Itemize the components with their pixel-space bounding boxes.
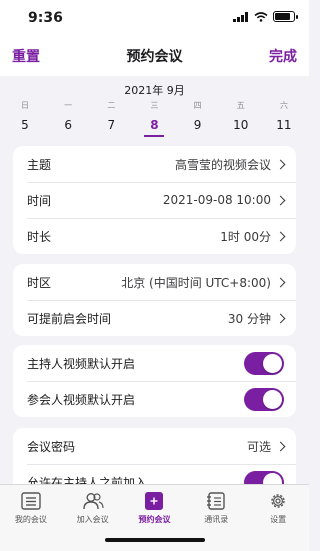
video-settings-card: 主持人视频默认开启 参会人视频默认开启 — [13, 345, 296, 417]
calendar-month-label: 2021年 9月 — [124, 84, 185, 97]
wifi-icon — [254, 11, 268, 22]
weekday-label: 日 — [21, 101, 29, 110]
topic-row[interactable]: 主题 高雪莹的视频会议 — [13, 146, 296, 182]
nav-bar: 重置 预约会议 完成 — [0, 36, 309, 76]
chevron-right-icon — [275, 231, 286, 241]
host-video-row: 主持人视频默认开启 — [13, 345, 296, 381]
participant-video-label: 参会人视频默认开启 — [27, 392, 136, 407]
meeting-basics-card: 主题 高雪莹的视频会议 时间 2021-09-08 10:00 时长 1时 00… — [13, 146, 296, 254]
page-title: 预约会议 — [126, 49, 183, 65]
topic-value: 高雪莹的视频会议 — [174, 157, 271, 172]
weekday-label: 二 — [107, 101, 116, 110]
chevron-right-icon — [275, 159, 286, 169]
people-icon — [82, 493, 104, 510]
duration-label: 时长 — [27, 229, 52, 244]
tab-schedule-meeting[interactable]: 预约会议 — [125, 491, 183, 525]
weekday-label: 三 — [150, 101, 159, 110]
early-join-label: 可提前启会时间 — [27, 311, 112, 326]
participant-video-row: 参会人视频默认开启 — [13, 381, 296, 417]
calendar-day[interactable]: 8 — [142, 118, 166, 137]
time-value: 2021-09-08 10:00 — [162, 193, 271, 207]
plus-icon — [145, 492, 164, 510]
topic-label: 主题 — [27, 157, 52, 172]
time-label: 时间 — [27, 193, 52, 208]
calendar-days: 5 6 7 8 9 10 11 — [13, 118, 296, 137]
calendar-day[interactable]: 10 — [229, 118, 253, 132]
timezone-label: 时区 — [27, 275, 52, 290]
tab-label: 我的会议 — [14, 515, 47, 524]
weekday-label: 一 — [64, 101, 73, 110]
calendar-weekdays: 日 一 二 三 四 五 六 — [13, 100, 296, 111]
gear-icon — [271, 494, 285, 508]
password-value: 可选 — [246, 439, 271, 454]
timezone-card: 时区 北京 (中国时间 UTC+8:00) 可提前启会时间 30 分钟 — [13, 264, 296, 336]
chevron-right-icon — [275, 195, 286, 205]
weekday-label: 五 — [236, 101, 245, 110]
early-join-row[interactable]: 可提前启会时间 30 分钟 — [13, 300, 296, 336]
tab-join-meeting[interactable]: 加入会议 — [64, 491, 122, 525]
tab-contacts[interactable]: 通讯录 — [187, 491, 245, 525]
duration-row[interactable]: 时长 1时 00分 — [13, 218, 296, 254]
done-button[interactable]: 完成 — [269, 46, 297, 66]
chevron-right-icon — [275, 277, 286, 287]
status-bar: 9:36 — [0, 0, 309, 36]
early-join-value: 30 分钟 — [227, 311, 271, 326]
weekday-label: 六 — [279, 101, 288, 110]
duration-value: 1时 00分 — [220, 229, 271, 244]
chevron-right-icon — [275, 313, 286, 323]
time-row[interactable]: 时间 2021-09-08 10:00 — [13, 182, 296, 218]
participant-video-toggle[interactable] — [244, 387, 284, 411]
meeting-list-icon — [21, 492, 41, 510]
tab-label: 设置 — [270, 515, 287, 524]
contacts-icon — [207, 492, 225, 510]
timezone-value: 北京 (中国时间 UTC+8:00) — [121, 275, 271, 290]
calendar-day[interactable]: 9 — [186, 118, 210, 132]
tab-label: 预约会议 — [138, 515, 171, 524]
tab-my-meetings[interactable]: 我的会议 — [2, 491, 60, 525]
weekday-label: 四 — [193, 101, 202, 110]
host-video-toggle[interactable] — [244, 351, 284, 375]
chevron-right-icon — [275, 441, 286, 451]
calendar-day[interactable]: 6 — [56, 118, 80, 132]
calendar-day[interactable]: 7 — [99, 118, 123, 132]
tab-settings[interactable]: 设置 — [249, 491, 307, 525]
calendar-day[interactable]: 11 — [272, 118, 296, 132]
tab-label: 加入会议 — [76, 515, 109, 524]
host-video-label: 主持人视频默认开启 — [27, 356, 136, 371]
home-indicator — [105, 538, 205, 542]
status-icons — [233, 11, 298, 22]
password-label: 会议密码 — [27, 439, 76, 454]
status-time: 9:36 — [28, 10, 63, 26]
signal-icon — [233, 11, 248, 22]
password-row[interactable]: 会议密码 可选 — [13, 428, 296, 464]
calendar-day[interactable]: 5 — [13, 118, 37, 132]
tab-label: 通讯录 — [204, 515, 229, 524]
timezone-row[interactable]: 时区 北京 (中国时间 UTC+8:00) — [13, 264, 296, 300]
battery-icon — [273, 11, 298, 22]
